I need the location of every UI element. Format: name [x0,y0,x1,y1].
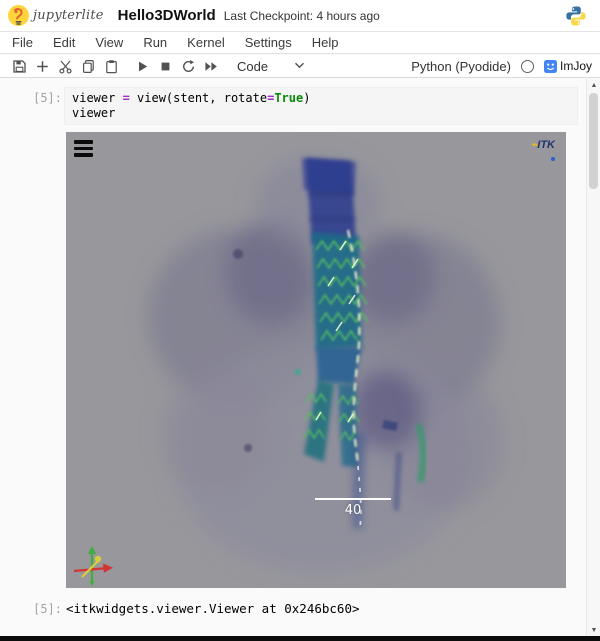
itk-logo: ⌁ITK [531,138,555,151]
copy-icon [81,59,96,74]
fast-forward-icon [203,59,219,74]
python-logo-icon [564,5,588,27]
save-button[interactable] [8,57,30,76]
scrollbar-thumb[interactable] [589,93,598,189]
scale-bar-label: 40 [315,503,391,518]
code-cell-editor[interactable]: viewer = view(stent, rotate=True) viewer [64,87,578,125]
scroll-down-arrow-icon[interactable]: ▼ [587,624,600,636]
itk-3d-viewer[interactable]: ⌁ITK 40 [66,132,566,588]
interrupt-kernel-button[interactable] [154,57,176,76]
jupyterlite-window: jupyterlite Hello3DWorld Last Checkpoint… [0,0,600,641]
input-prompt: [5]: [24,91,62,105]
kernel-status-icon[interactable] [521,60,534,73]
save-icon [12,59,27,74]
menu-edit[interactable]: Edit [43,32,85,53]
cut-cells-button[interactable] [54,57,76,76]
vertical-scrollbar[interactable]: ▲ ▼ [586,79,600,636]
checkpoint-status: Last Checkpoint: 4 hours ago [224,9,380,23]
plus-icon [35,59,50,74]
code-line-1: viewer = view(stent, rotate=True) [72,91,310,105]
scissors-icon [58,59,73,74]
output-prompt: [5]: [24,602,62,616]
jupyterlite-logo[interactable]: jupyterlite [8,5,104,26]
volume-rendering[interactable] [66,132,566,588]
imjoy-label: ImJoy [560,59,592,73]
insert-cell-button[interactable] [31,57,53,76]
notebook-area: [5]: viewer = view(stent, rotate=True) v… [0,79,600,636]
menu-file[interactable]: File [2,32,43,53]
play-icon [135,59,150,74]
jupyterlite-bulb-icon [8,5,29,26]
menu-run[interactable]: Run [133,32,177,53]
viewer-menu-button[interactable] [74,140,93,160]
copy-cells-button[interactable] [77,57,99,76]
restart-kernel-button[interactable] [177,57,199,76]
menu-settings[interactable]: Settings [235,32,302,53]
kernel-name[interactable]: Python (Pyodide) [411,59,511,74]
notebook-toolbar: Code Python (Pyodide) ImJoy [0,55,600,78]
menu-kernel[interactable]: Kernel [177,32,235,53]
header: jupyterlite Hello3DWorld Last Checkpoint… [0,0,600,32]
hamburger-icon [74,140,93,144]
jupyterlite-wordmark: jupyterlite [33,8,104,23]
restart-run-all-button[interactable] [200,57,222,76]
cell-type-dropdown[interactable]: Code [237,57,305,75]
menu-help[interactable]: Help [302,32,349,53]
imjoy-button[interactable]: ImJoy [544,59,592,73]
code-line-2: viewer [72,106,115,120]
itk-logo-dot [551,157,555,161]
run-cell-button[interactable] [131,57,153,76]
imjoy-icon [544,60,557,73]
clipboard-icon [104,59,119,74]
orientation-axes-gizmo[interactable] [70,544,116,588]
output-repr: <itkwidgets.viewer.Viewer at 0x246bc60> [66,600,360,617]
stop-icon [158,59,173,74]
notebook-title[interactable]: Hello3DWorld [118,7,216,24]
restart-icon [181,59,196,74]
paste-cells-button[interactable] [100,57,122,76]
bottom-bar [0,636,600,641]
menu-view[interactable]: View [85,32,133,53]
scale-bar [315,498,391,500]
menubar: File Edit View Run Kernel Settings Help [0,32,600,54]
chevron-down-icon [294,57,305,75]
scroll-up-arrow-icon[interactable]: ▲ [587,79,600,91]
cell-type-value: Code [237,59,268,74]
